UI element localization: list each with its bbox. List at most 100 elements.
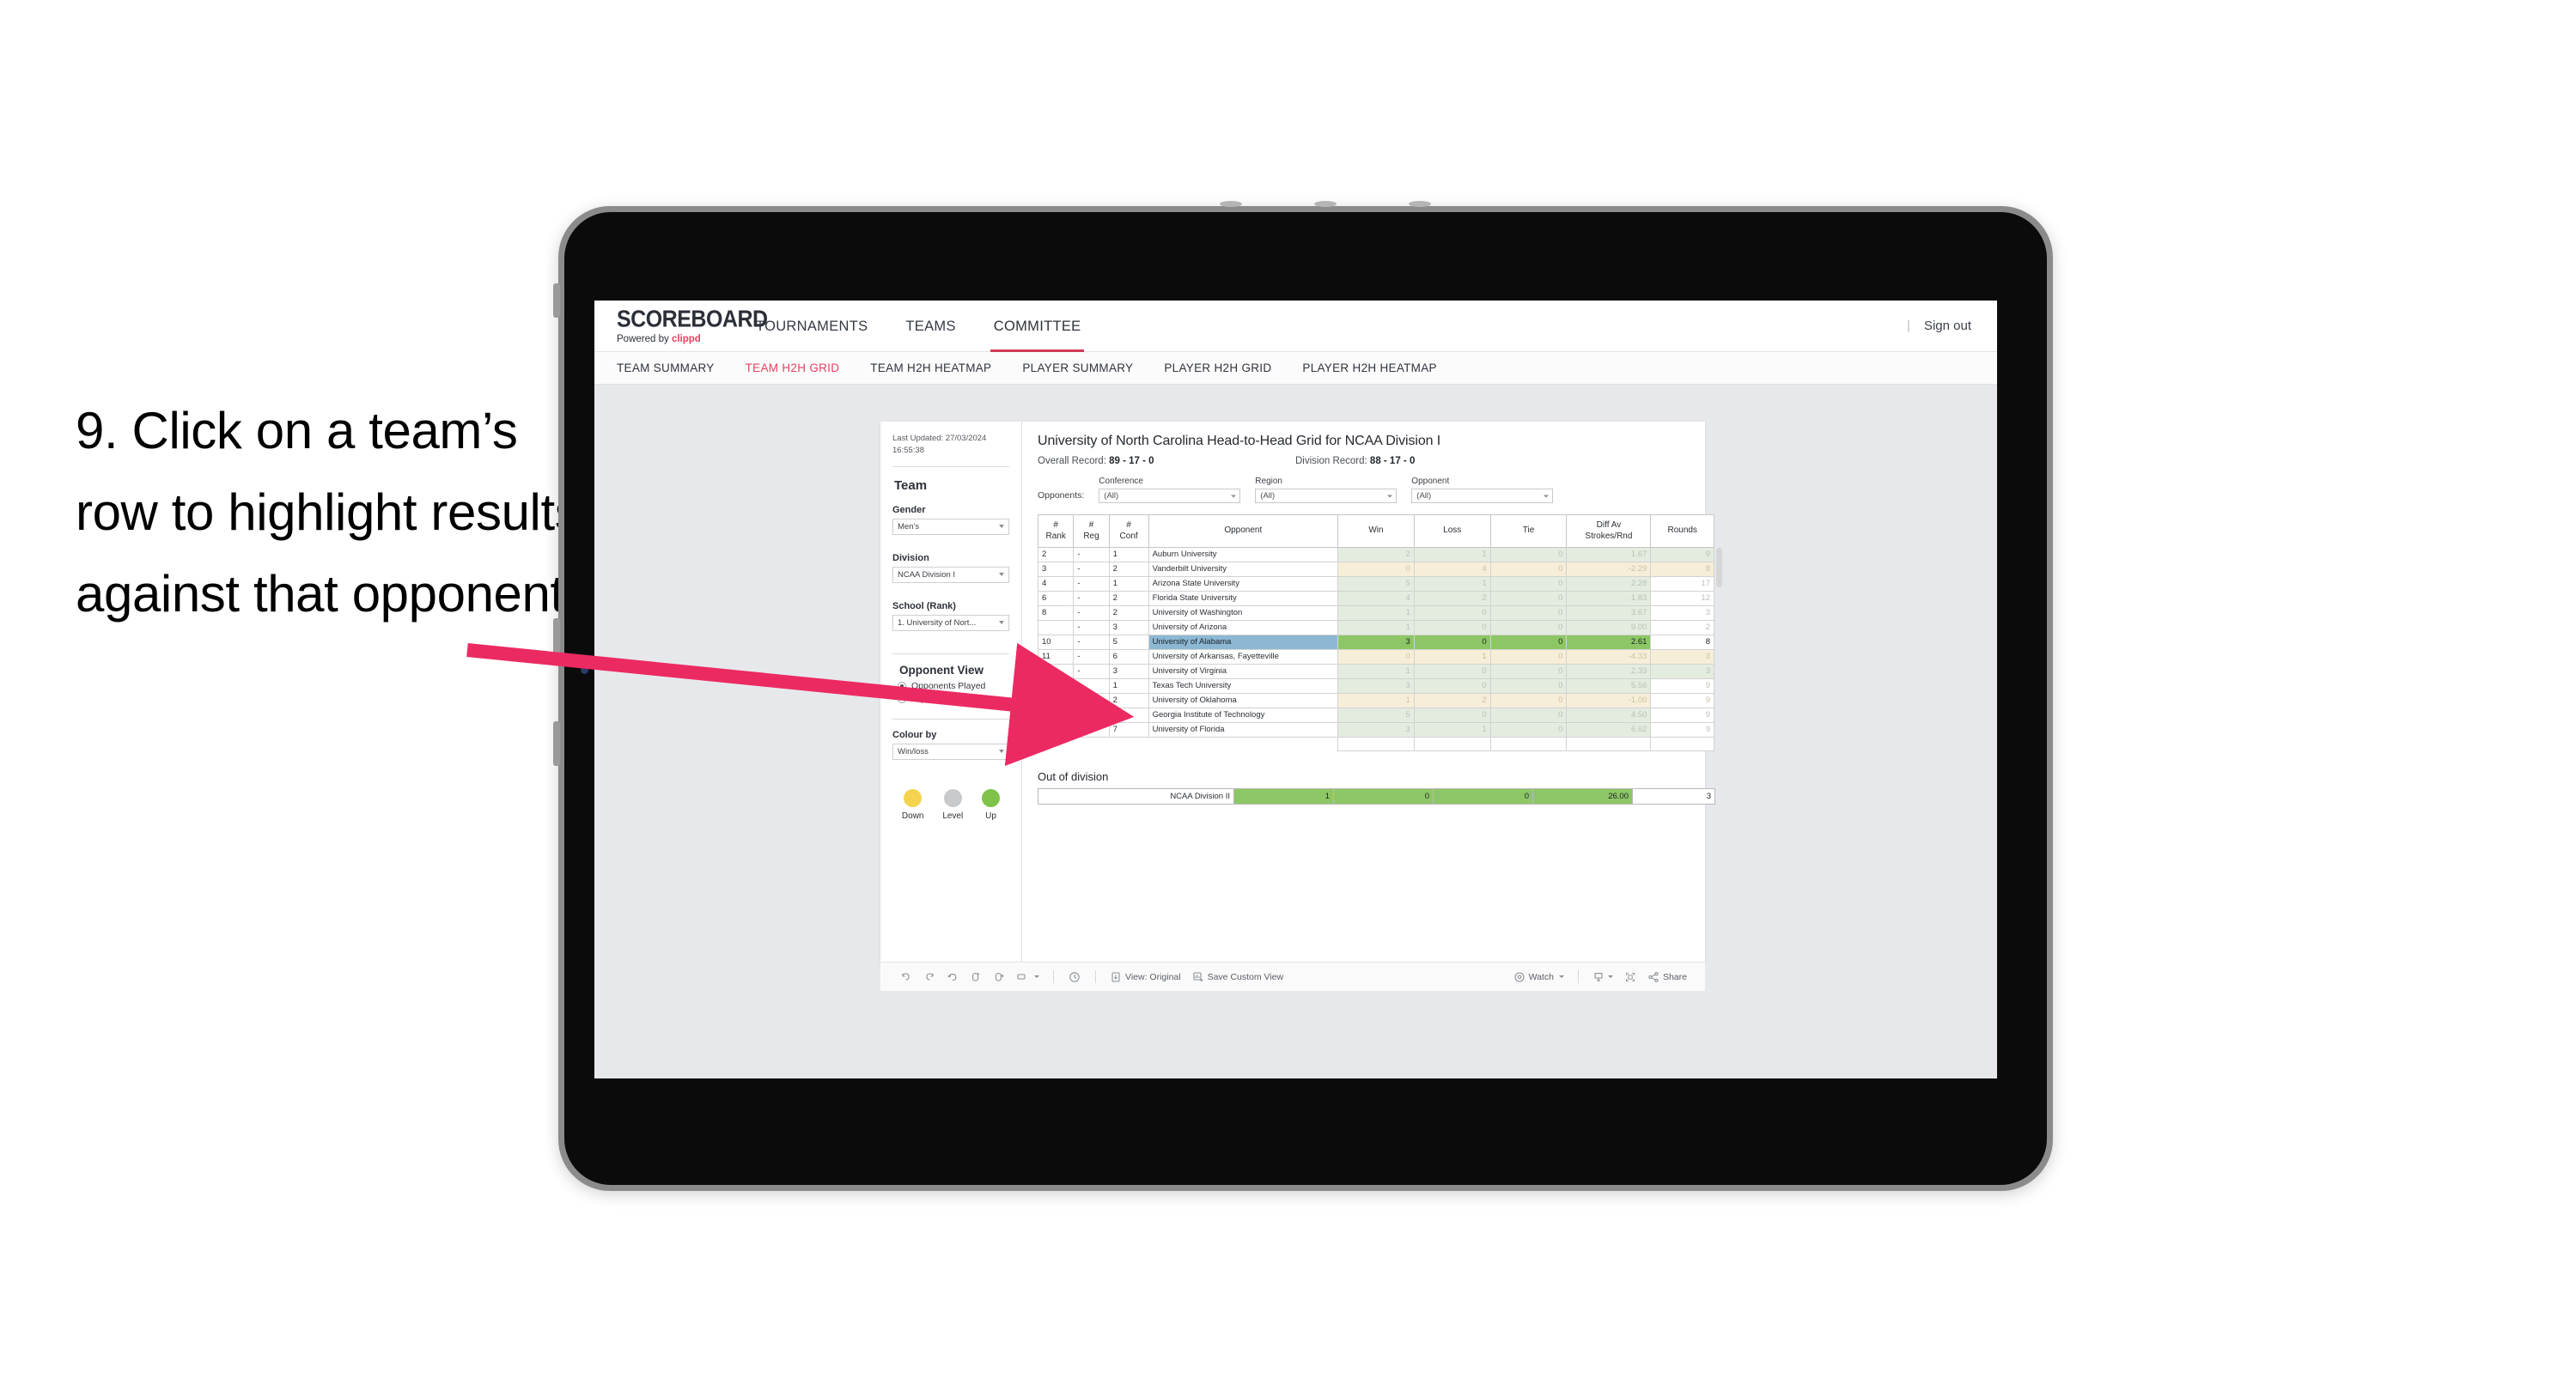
conference-filter-select[interactable]: (All): [1099, 489, 1241, 503]
app-logo[interactable]: SCOREBOARD Powered by clippd: [594, 305, 768, 344]
download-button[interactable]: [1588, 969, 1617, 986]
col-header-reg[interactable]: # Reg: [1073, 514, 1110, 548]
undo-button[interactable]: [896, 969, 917, 986]
cell-rank: [1037, 620, 1075, 635]
tablet-screen: SCOREBOARD Powered by clippd TOURNAMENTS…: [594, 301, 1997, 1078]
col-header-rank[interactable]: # Rank: [1037, 514, 1075, 548]
h2h-table-body: 2-1 Auburn University 2 1 0 1.67 9 3-2 Vanderbil…: [1037, 547, 1714, 751]
device-layout-button[interactable]: [1012, 969, 1044, 986]
cell-opponent: University of Arizona: [1148, 620, 1339, 635]
table-row[interactable]: 4-1 Arizona State University 5 1 0 2.28 17: [1037, 576, 1714, 592]
table-row[interactable]: 8-2 University of Washington 1 0 0 3.67 3: [1037, 605, 1714, 621]
cell-rounds: 9: [1650, 708, 1714, 723]
empty-cell: [1413, 737, 1491, 751]
share-button[interactable]: Share: [1643, 969, 1691, 986]
division-select[interactable]: NCAA Division I: [892, 566, 1009, 583]
cell-win: 1: [1337, 605, 1415, 621]
division-value: NCAA Division I: [898, 569, 956, 580]
cell-reg: -: [1073, 722, 1110, 738]
opponent-filter-select[interactable]: (All): [1411, 489, 1554, 503]
tab-player-summary[interactable]: PLAYER SUMMARY: [1022, 361, 1133, 374]
pause-auto-update-button[interactable]: [1063, 968, 1086, 987]
view-original-button[interactable]: View: Original: [1105, 969, 1185, 986]
logo-wordmark: SCOREBOARD: [617, 305, 768, 333]
col-header-loss[interactable]: Loss: [1413, 514, 1491, 548]
out-of-division-row[interactable]: NCAA Division II 1 0 0 26.00 3: [1038, 788, 1715, 805]
table-row[interactable]: 3-2 Vanderbilt University 0 4 0 -2.29 8: [1037, 562, 1714, 577]
table-row[interactable]: 11-6 University of Arkansas, Fayetteville…: [1037, 649, 1714, 665]
colour-by-field: Colour by Win/loss: [892, 730, 1009, 760]
table-row[interactable]: 6-2 Florida State University 4 2 0 1.83 12: [1037, 591, 1714, 606]
col-header-diff[interactable]: Diff Av Strokes/Rnd: [1566, 514, 1652, 548]
tablet-mic-dot: [1220, 201, 1242, 207]
tab-team-summary[interactable]: TEAM SUMMARY: [617, 361, 715, 374]
cell-reg: -: [1073, 547, 1110, 562]
tab-team-h2h-heatmap[interactable]: TEAM H2H HEATMAP: [870, 361, 991, 374]
table-row-selected[interactable]: 10-5 University of Alabama 3 0 0 2.61 8: [1037, 635, 1714, 650]
table-row[interactable]: 16-7 University of Florida 3 1 0 6.62 9: [1037, 722, 1714, 738]
school-rank-label: School (Rank): [892, 600, 956, 611]
table-row[interactable]: 15-4 Georgia Institute of Technology 5 0 0 4.…: [1037, 708, 1714, 723]
cell-reg: -: [1073, 678, 1110, 694]
col-header-win[interactable]: Win: [1337, 514, 1415, 548]
cell-loss: 2: [1413, 591, 1491, 606]
region-filter: Region (All): [1255, 477, 1398, 503]
nav-item-tournaments[interactable]: TOURNAMENTS: [737, 301, 886, 352]
last-updated-text: Last Updated: 27/03/2024 16:55:38: [892, 434, 987, 455]
col-header-conf-hash: #: [1126, 520, 1131, 530]
screenshot-canvas: 9. Click on a team’s row to highlight re…: [0, 0, 2576, 1385]
cell-win: 1: [1337, 693, 1415, 708]
cell-reg: -: [1073, 693, 1110, 708]
cell-opponent: Texas Tech University: [1148, 678, 1339, 694]
tab-team-h2h-grid[interactable]: TEAM H2H GRID: [746, 361, 840, 374]
col-header-opponent[interactable]: Opponent: [1148, 514, 1339, 548]
table-row[interactable]: 13-1 Texas Tech University 3 0 0 5.56 9: [1037, 678, 1714, 694]
gender-select[interactable]: Men’s: [892, 518, 1009, 535]
col-header-conf[interactable]: # Conf: [1108, 514, 1149, 548]
cell-win: 3: [1337, 678, 1415, 694]
refresh-button[interactable]: [965, 969, 986, 986]
cell-opponent: University of Arkansas, Fayetteville: [1148, 649, 1339, 665]
col-header-rounds[interactable]: Rounds: [1650, 514, 1714, 548]
ood-label: NCAA Division II: [1038, 788, 1234, 805]
cell-conf: 4: [1108, 708, 1149, 723]
radio-top-100[interactable]: Top 100: [898, 694, 1009, 704]
cell-diff: 9.00: [1566, 620, 1652, 635]
table-header-row: # Rank # Reg # Conf Opponent Win Loss Ti…: [1037, 514, 1714, 548]
nav-item-teams[interactable]: TEAMS: [886, 301, 974, 352]
dashboard-card: Last Updated: 27/03/2024 16:55:38 Team G…: [880, 422, 1722, 962]
logo-tagline: Powered by clippd: [617, 334, 737, 344]
cell-conf: 2: [1108, 591, 1149, 606]
table-vertical-scrollbar[interactable]: [1716, 548, 1722, 587]
tab-player-h2h-grid[interactable]: PLAYER H2H GRID: [1164, 361, 1271, 374]
radio-opponents-played[interactable]: Opponents Played: [898, 681, 1009, 691]
ood-diff: 26.00: [1532, 788, 1633, 805]
table-row[interactable]: -3 University of Arizona 1 0 0 9.00 2: [1037, 620, 1714, 635]
save-custom-view-label: Save Custom View: [1207, 971, 1284, 982]
col-header-tie[interactable]: Tie: [1489, 514, 1568, 548]
cell-reg: -: [1073, 635, 1110, 650]
table-row[interactable]: 2-1 Auburn University 2 1 0 1.67 9: [1037, 547, 1714, 562]
ood-rounds: 3: [1632, 788, 1715, 805]
pause-button[interactable]: [989, 969, 1009, 986]
nav-item-committee[interactable]: COMMITTEE: [975, 301, 1100, 352]
revert-button[interactable]: [942, 969, 963, 986]
legend-down-swatch: [904, 788, 923, 807]
sign-out-link[interactable]: Sign out: [1924, 319, 1971, 333]
tablet-volume-up-button: [553, 618, 560, 663]
sub-navigation: TEAM SUMMARY TEAM H2H GRID TEAM H2H HEAT…: [594, 352, 1997, 385]
watch-button[interactable]: Watch: [1509, 969, 1568, 986]
region-filter-select[interactable]: (All): [1255, 489, 1398, 503]
school-rank-select[interactable]: 1. University of Nort...: [892, 614, 1009, 631]
redo-button[interactable]: [919, 969, 940, 986]
opponent-filters: Opponents: Conference (All) Region (All)…: [1038, 477, 1715, 503]
table-row[interactable]: 14-2 University of Oklahoma 1 2 0 -1.00 9: [1037, 693, 1714, 708]
save-custom-view-button[interactable]: Save Custom View: [1188, 969, 1288, 986]
table-row[interactable]: 12-3 University of Virginia 1 0 0 2.33 3: [1037, 664, 1714, 679]
fullscreen-button[interactable]: [1620, 969, 1641, 986]
dashboard-sidebar: Last Updated: 27/03/2024 16:55:38 Team G…: [880, 422, 1022, 962]
tab-player-h2h-heatmap[interactable]: PLAYER H2H HEATMAP: [1302, 361, 1436, 374]
colour-by-select[interactable]: Win/loss: [892, 743, 1009, 760]
cell-rank: 14: [1037, 693, 1075, 708]
legend-level: Level: [942, 788, 963, 821]
